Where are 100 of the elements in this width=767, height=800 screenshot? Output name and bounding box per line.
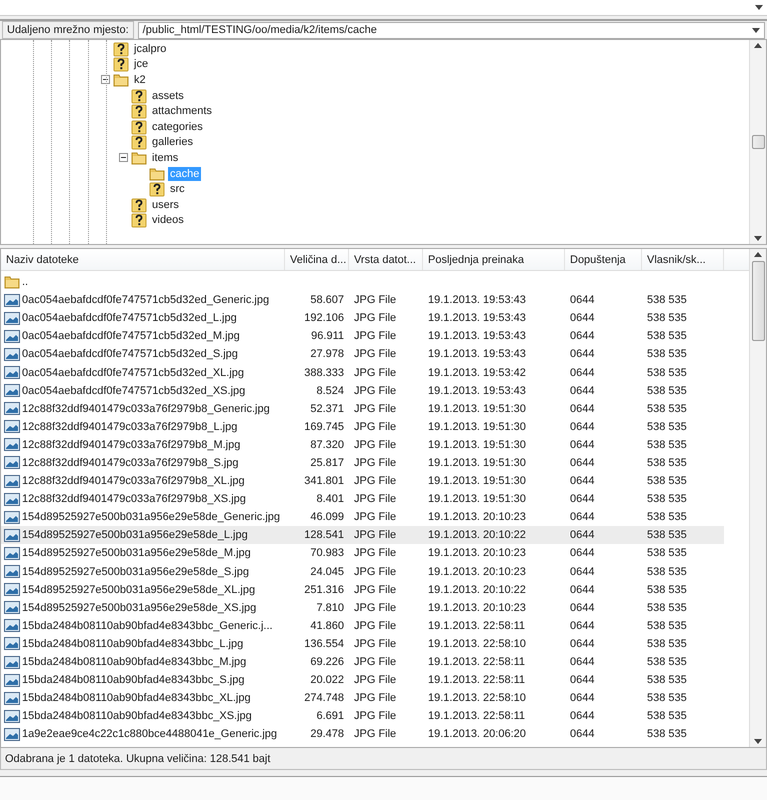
file-row[interactable]: 15bda2484b08110ab90bfad4e8343bbc_L.jpg 136.554 JPG File 19.1.2013. 22:58:10 0644 538 535 bbox=[1, 634, 724, 653]
file-row[interactable]: 154d89525927e500b031a956e29e58de_M.jpg 70.983 JPG File 19.1.2013. 20:10:23 0644 538 535 bbox=[1, 544, 724, 562]
caret-down-icon[interactable] bbox=[754, 236, 762, 241]
tree-item[interactable]: galleries bbox=[150, 135, 195, 150]
file-type: JPG File bbox=[353, 620, 398, 632]
permissions: 0644 bbox=[569, 529, 596, 542]
owner-group: 538 535 bbox=[642, 529, 724, 542]
permissions: 0644 bbox=[569, 511, 596, 524]
scroll-up-icon[interactable] bbox=[754, 252, 762, 257]
scrollbar-thumb[interactable] bbox=[752, 261, 764, 341]
caret-down-icon[interactable] bbox=[755, 5, 763, 10]
file-row[interactable]: 0ac054aebafdcdf0fe747571cb5d32ed_S.jpg 27.978 JPG File 19.1.2013. 19:53:43 0644 538 535 bbox=[1, 345, 724, 364]
file-type: JPG File bbox=[353, 366, 398, 379]
file-type: JPG File bbox=[353, 511, 398, 524]
file-row[interactable]: 12c88f32ddf9401479c033a76f2979b8_L.jpg 169.745 JPG File 19.1.2013. 19:51:30 0644 538 535 bbox=[1, 418, 724, 436]
modified-date: 19.1.2013. 19:51:30 bbox=[427, 438, 527, 451]
tree-item[interactable]: assets bbox=[150, 88, 186, 103]
permissions: 0644 bbox=[569, 493, 596, 506]
column-header[interactable]: Veličina d... bbox=[285, 249, 349, 270]
file-name: 15bda2484b08110ab90bfad4e8343bbc_Generic.j... bbox=[22, 620, 274, 632]
tree-item[interactable]: k2 bbox=[132, 72, 148, 87]
tree-item[interactable]: jcalpro bbox=[132, 42, 168, 56]
tree-item[interactable]: users bbox=[150, 198, 181, 212]
file-size: 169.745 bbox=[303, 420, 345, 433]
tree-item[interactable]: attachments bbox=[150, 104, 214, 118]
image-file-icon bbox=[4, 510, 20, 524]
owner-group: 538 535 bbox=[642, 348, 724, 360]
column-header[interactable]: Naziv datoteke bbox=[1, 249, 285, 270]
file-type: JPG File bbox=[353, 547, 398, 560]
file-name: 154d89525927e500b031a956e29e58de_XS.jpg bbox=[22, 602, 258, 614]
file-row[interactable]: 1a9e2eae9ce4c22c1c880bce4488041e_Generic.jpg 29.478 JPG File 19.1.2013. 20:06:20 0644 538 535 bbox=[1, 725, 724, 744]
file-row[interactable]: 154d89525927e500b031a956e29e58de_S.jpg 24.045 JPG File 19.1.2013. 20:10:23 0644 538 535 bbox=[1, 562, 724, 581]
folder-icon bbox=[4, 274, 20, 290]
modified-date: 19.1.2013. 22:58:11 bbox=[427, 656, 526, 668]
file-row[interactable]: 15bda2484b08110ab90bfad4e8343bbc_XS.jpg 6.691 JPG File 19.1.2013. 22:58:11 0644 538 535 bbox=[1, 707, 724, 726]
folder-icon bbox=[131, 150, 147, 166]
tree-item[interactable]: jce bbox=[132, 57, 150, 72]
file-size: 52.371 bbox=[309, 402, 345, 415]
file-row[interactable]: 154d89525927e500b031a956e29e58de_XL.jpg 251.316 JPG File 19.1.2013. 20:10:22 0644 538 535 bbox=[1, 580, 724, 599]
file-row[interactable]: 0ac054aebafdcdf0fe747571cb5d32ed_XS.jpg 8.524 JPG File 19.1.2013. 19:53:43 0644 538 535 bbox=[1, 382, 724, 400]
file-type: JPG File bbox=[353, 710, 398, 722]
permissions: 0644 bbox=[569, 656, 596, 668]
file-row[interactable]: 15bda2484b08110ab90bfad4e8343bbc_XL.jpg 274.748 JPG File 19.1.2013. 22:58:10 0644 538 535 bbox=[1, 689, 724, 708]
column-header[interactable]: Vrsta datot... bbox=[349, 249, 423, 270]
file-row[interactable]: 0ac054aebafdcdf0fe747571cb5d32ed_XL.jpg 388.333 JPG File 19.1.2013. 19:53:42 0644 538 535 bbox=[1, 363, 724, 382]
file-row[interactable]: 154d89525927e500b031a956e29e58de_L.jpg 128.541 JPG File 19.1.2013. 20:10:22 0644 538 535 bbox=[1, 526, 724, 544]
scrollbar-thumb[interactable] bbox=[752, 135, 764, 149]
permissions: 0644 bbox=[569, 475, 596, 488]
file-row[interactable]: .. bbox=[1, 273, 724, 292]
collapse-icon[interactable] bbox=[119, 153, 128, 162]
file-row[interactable]: 154d89525927e500b031a956e29e58de_XS.jpg 7.810 JPG File 19.1.2013. 20:10:23 0644 538 535 bbox=[1, 598, 724, 617]
tree-item[interactable]: videos bbox=[150, 213, 186, 228]
file-type: JPG File bbox=[353, 566, 398, 578]
modified-date: 19.1.2013. 19:53:43 bbox=[427, 312, 527, 324]
modified-date: 19.1.2013. 22:58:11 bbox=[427, 620, 526, 632]
column-header[interactable]: Dopuštenja bbox=[565, 249, 642, 270]
unknown-folder-icon bbox=[113, 56, 129, 72]
tree-item[interactable]: items bbox=[150, 150, 180, 165]
image-file-icon bbox=[4, 637, 20, 650]
file-row[interactable]: 0ac054aebafdcdf0fe747571cb5d32ed_Generic.jpg 58.607 JPG File 19.1.2013. 19:53:43 0644 538 535 bbox=[1, 291, 724, 310]
file-row[interactable]: 12c88f32ddf9401479c033a76f2979b8_S.jpg 25.817 JPG File 19.1.2013. 19:51:30 0644 538 535 bbox=[1, 454, 724, 472]
owner-group: 538 535 bbox=[642, 547, 724, 560]
remote-path-field[interactable]: /public_html/TESTING/oo/media/k2/items/cache bbox=[138, 22, 765, 38]
owner-group: 538 535 bbox=[642, 456, 724, 469]
file-row[interactable]: 12c88f32ddf9401479c033a76f2979b8_XL.jpg 341.801 JPG File 19.1.2013. 19:51:30 0644 538 535 bbox=[1, 472, 724, 490]
unknown-folder-icon bbox=[131, 103, 147, 120]
file-name: 15bda2484b08110ab90bfad4e8343bbc_XS.jpg bbox=[22, 710, 253, 722]
permissions: 0644 bbox=[569, 294, 596, 306]
scrollbar[interactable] bbox=[749, 249, 766, 747]
caret-down-icon[interactable] bbox=[752, 28, 760, 32]
permissions: 0644 bbox=[569, 566, 596, 578]
file-row[interactable]: 154d89525927e500b031a956e29e58de_Generic.jpg 46.099 JPG File 19.1.2013. 20:10:23 0644 538 535 bbox=[1, 508, 724, 526]
owner-group: 538 535 bbox=[642, 475, 724, 488]
modified-date: 19.1.2013. 19:53:43 bbox=[427, 384, 527, 397]
owner-group: 538 535 bbox=[642, 602, 724, 614]
collapse-icon[interactable] bbox=[101, 75, 110, 84]
file-name: 0ac054aebafdcdf0fe747571cb5d32ed_XL.jpg bbox=[22, 366, 246, 379]
folder-icon bbox=[149, 166, 165, 182]
scroll-up-icon[interactable] bbox=[754, 43, 762, 48]
caret-down-icon[interactable] bbox=[754, 739, 762, 744]
unknown-folder-icon bbox=[131, 134, 147, 150]
file-size: 274.748 bbox=[303, 692, 345, 704]
file-row[interactable]: 12c88f32ddf9401479c033a76f2979b8_M.jpg 87.320 JPG File 19.1.2013. 19:51:30 0644 538 535 bbox=[1, 436, 724, 454]
file-row[interactable]: 12c88f32ddf9401479c033a76f2979b8_Generic.jpg 52.371 JPG File 19.1.2013. 19:51:30 0644 538 535 bbox=[1, 400, 724, 418]
file-row[interactable]: 0ac054aebafdcdf0fe747571cb5d32ed_M.jpg 96.911 JPG File 19.1.2013. 19:53:43 0644 538 535 bbox=[1, 327, 724, 346]
column-header[interactable]: Vlasnik/sk... bbox=[642, 249, 724, 270]
tree-item[interactable]: categories bbox=[150, 120, 205, 134]
unknown-folder-icon bbox=[131, 212, 147, 228]
file-row[interactable]: 0ac054aebafdcdf0fe747571cb5d32ed_L.jpg 192.106 JPG File 19.1.2013. 19:53:43 0644 538 535 bbox=[1, 309, 724, 328]
file-type: JPG File bbox=[353, 420, 398, 433]
scrollbar[interactable] bbox=[749, 40, 766, 244]
file-row[interactable]: 12c88f32ddf9401479c033a76f2979b8_XS.jpg 8.401 JPG File 19.1.2013. 19:51:30 0644 538 535 bbox=[1, 490, 724, 508]
file-type: JPG File bbox=[353, 493, 398, 506]
file-row[interactable]: 15bda2484b08110ab90bfad4e8343bbc_M.jpg 69.226 JPG File 19.1.2013. 22:58:11 0644 538 535 bbox=[1, 652, 724, 672]
file-name: 12c88f32ddf9401479c033a76f2979b8_M.jpg bbox=[22, 438, 242, 451]
file-row[interactable]: 15bda2484b08110ab90bfad4e8343bbc_Generic.j... 41.860 JPG File 19.1.2013. 22:58:11 0644 538 535 bbox=[1, 616, 724, 635]
file-type: JPG File bbox=[353, 438, 398, 451]
file-row[interactable]: 15bda2484b08110ab90bfad4e8343bbc_S.jpg 20.022 JPG File 19.1.2013. 22:58:11 0644 538 535 bbox=[1, 671, 724, 690]
column-header[interactable]: Posljednja preinaka bbox=[423, 249, 565, 270]
tree-item[interactable]: src bbox=[168, 182, 187, 196]
